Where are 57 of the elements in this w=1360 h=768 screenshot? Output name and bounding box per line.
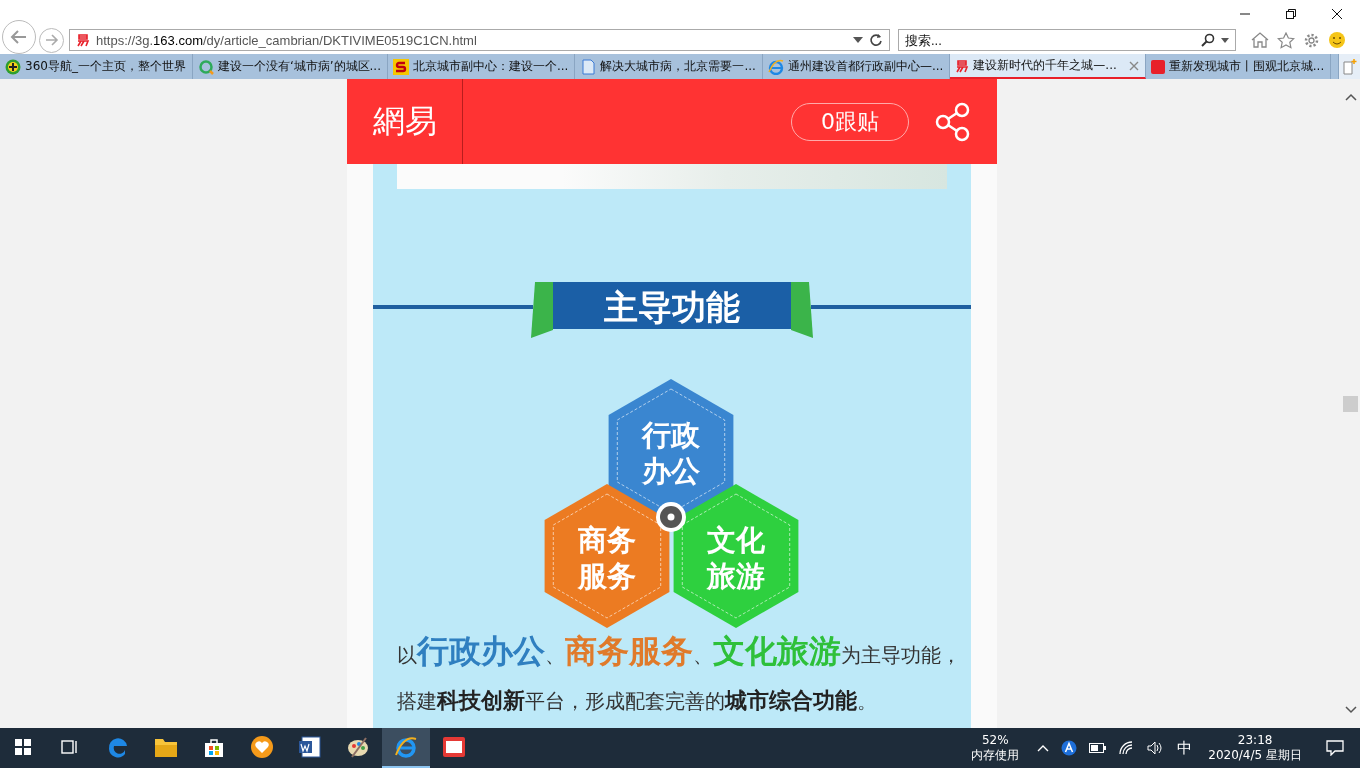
close-tab-icon[interactable] [1128, 60, 1139, 71]
dropdown-icon[interactable] [1221, 37, 1229, 43]
clock-time[interactable]: 23:18 [1237, 732, 1273, 747]
settings-icon[interactable] [1303, 31, 1320, 49]
tab-title: 建设新时代的千年之城—... [973, 57, 1117, 74]
summary-paragraph: 以行政办公、商务服务、文化旅游为主导功能，搭建科技创新平台，形成配套完善的城市综合功能。 [396, 631, 962, 715]
letter-s-icon [393, 58, 409, 75]
palette-icon[interactable] [346, 735, 370, 759]
back-button[interactable] [2, 20, 36, 54]
refresh-icon[interactable] [869, 33, 883, 47]
memory-label: 内存使用 [971, 746, 1020, 764]
browser-tab[interactable]: 建设新时代的千年之城—... [950, 54, 1146, 79]
dropdown-icon[interactable] [853, 37, 863, 43]
search-icon[interactable] [1201, 33, 1215, 47]
tab-title: 通州建设首都行政副中心—... [787, 58, 944, 75]
plus-circle-icon [5, 58, 21, 75]
browser-e-icon[interactable] [394, 735, 418, 759]
home-icon[interactable] [1251, 32, 1269, 48]
address-field[interactable]: https://3g.163.com/dy/article_cambrian/DKTIVIME0519C1CN.html [69, 29, 890, 51]
shopping-bag-icon[interactable] [203, 736, 225, 758]
input-method-indicator[interactable]: 中 [1177, 738, 1193, 758]
tab-title: 建设一个没有‘城市病’的城区... [217, 58, 381, 75]
close-icon[interactable] [1331, 7, 1343, 20]
app-window-icon[interactable] [442, 736, 466, 758]
letter-a-icon[interactable] [1061, 740, 1078, 756]
tab-title: 北京城市副中心：建设一个... [413, 58, 569, 75]
chevron-up-icon[interactable] [1037, 744, 1050, 752]
center-dot-icon [656, 502, 686, 532]
title-ribbon: 主导功能 [373, 282, 971, 338]
netease-icon [955, 58, 970, 73]
scroll-up-icon[interactable] [1344, 93, 1357, 101]
restore-icon[interactable] [1285, 7, 1297, 20]
clock-date[interactable]: 2020/4/5 星期日 [1208, 746, 1302, 764]
notifications-icon[interactable] [1326, 740, 1344, 756]
ie-icon [767, 58, 784, 75]
news-icon [1150, 59, 1165, 74]
tab-title: 解决大城市病，北京需要一... [600, 58, 756, 75]
tab-title: 360导航_一个主页，整个世界 [25, 58, 186, 75]
speaker-icon[interactable] [1147, 741, 1164, 755]
document-icon [580, 58, 597, 75]
memory-percent: 52% [981, 732, 1009, 747]
battery-icon[interactable] [1089, 743, 1108, 753]
tab-title: 重新发现城市丨围观北京城... [1168, 58, 1325, 75]
search-box[interactable]: 搜索... [898, 29, 1236, 51]
task-view-icon[interactable] [61, 739, 79, 755]
document-w-icon[interactable] [298, 736, 322, 758]
netease-icon [76, 33, 90, 47]
folder-icon[interactable] [154, 736, 178, 758]
smiley-icon[interactable] [1328, 31, 1346, 49]
scroll-down-icon[interactable] [1344, 706, 1357, 714]
windows-icon[interactable] [15, 739, 31, 755]
comments-button[interactable]: 0跟贴 [791, 102, 909, 141]
share-icon[interactable] [935, 101, 971, 142]
star-icon[interactable] [1277, 31, 1295, 49]
scroll-thumb[interactable] [1343, 395, 1358, 412]
browser-e-icon[interactable] [106, 735, 130, 759]
ring-icon [197, 58, 214, 75]
